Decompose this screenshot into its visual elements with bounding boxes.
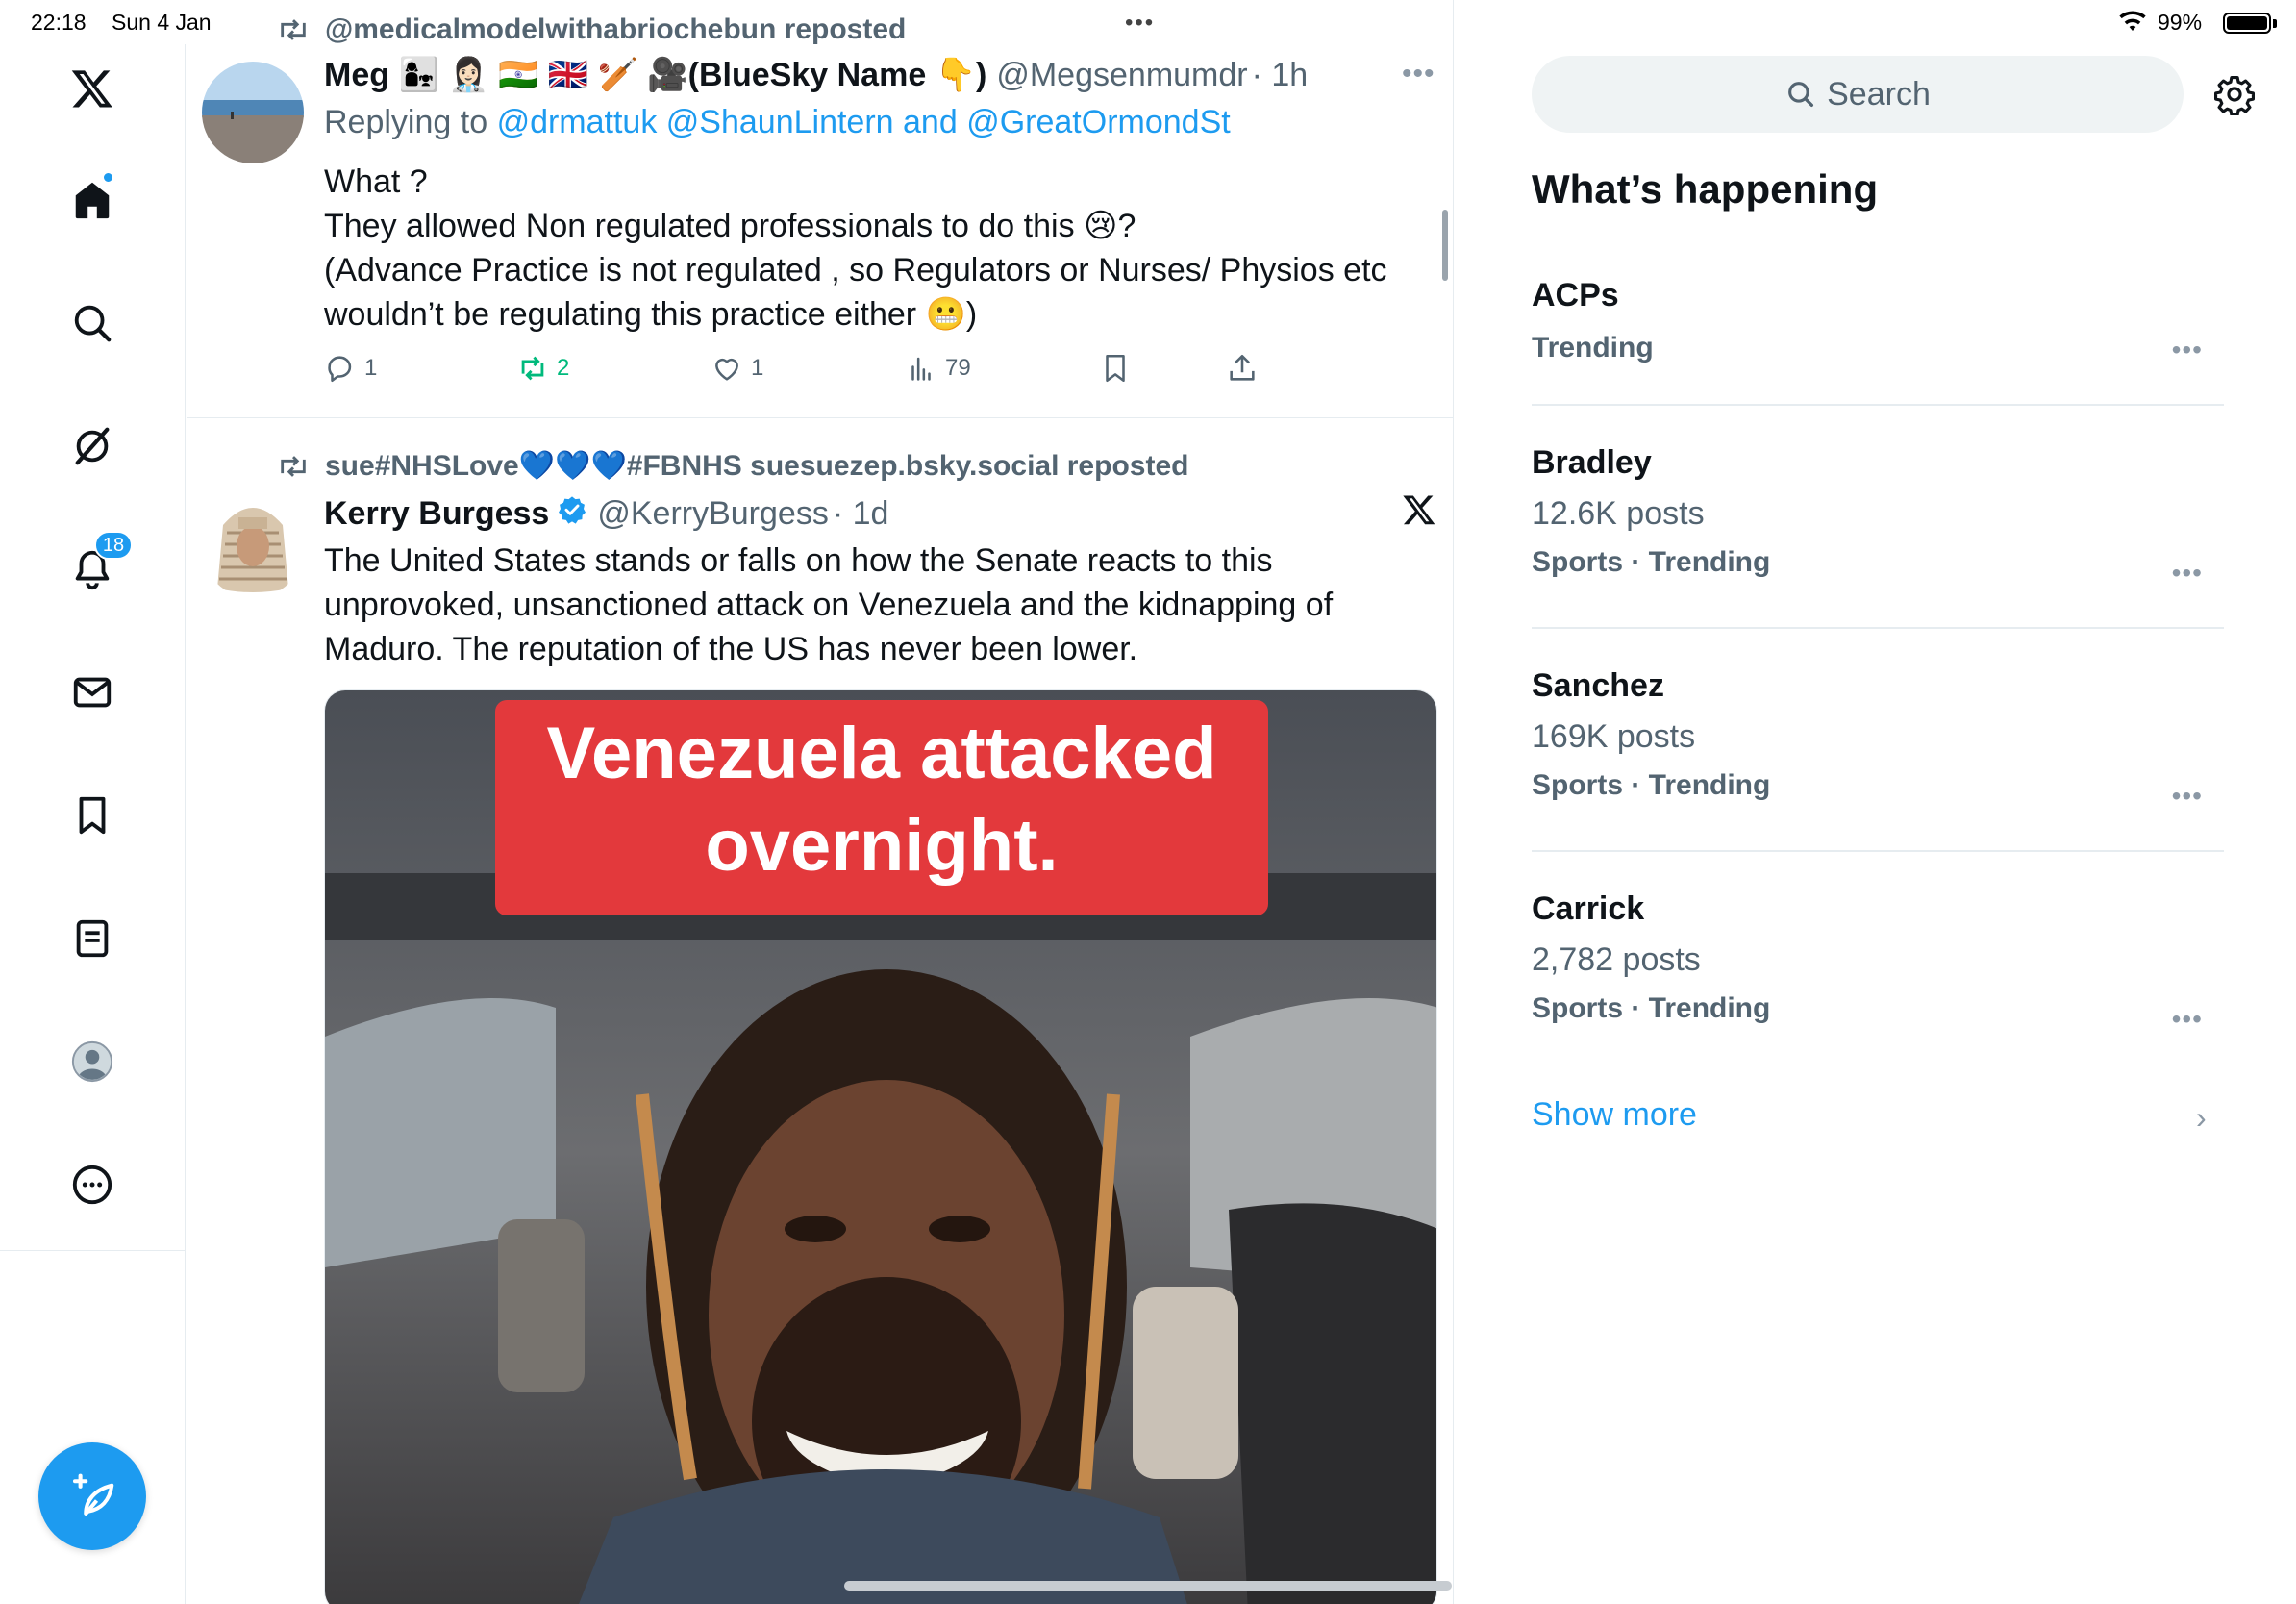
settings-gear-icon[interactable] xyxy=(2213,73,2256,117)
repost-count: 2 xyxy=(557,355,570,381)
repost-by-text: @medicalmodelwithabriochebun reposted xyxy=(325,13,907,45)
trend-category: Sports · Trending xyxy=(1532,992,1771,1024)
home-unread-dot xyxy=(102,171,114,184)
search-icon[interactable] xyxy=(54,285,131,362)
battery-tip xyxy=(2273,19,2277,28)
compose-feather-icon xyxy=(72,1473,114,1516)
battery-icon xyxy=(2223,13,2271,34)
tweet-timestamp[interactable]: · 1d xyxy=(833,495,889,533)
grok-icon[interactable] xyxy=(54,408,131,485)
trend-item[interactable]: Carrick 2,782 posts Sports · Trending ••… xyxy=(1532,890,2224,1064)
share-button[interactable] xyxy=(1226,352,1266,385)
author-name[interactable]: Kerry Burgess xyxy=(324,495,549,533)
tweet-text: The United States stands or falls on how… xyxy=(324,542,1334,667)
tweet-avatar[interactable] xyxy=(202,496,304,598)
chevron-right-icon[interactable]: › xyxy=(2196,1100,2207,1136)
replying-label: Replying to xyxy=(324,104,488,140)
status-time: 22:18 xyxy=(31,10,87,35)
trend-category: Sports · Trending xyxy=(1532,546,1771,578)
tweet-header: Meg 👩‍👧 👩🏻‍⚕️ 🇮🇳 🇬🇧 🏏 🎥(BlueSky Name 👇) … xyxy=(324,56,1308,94)
trend-title: Carrick xyxy=(1532,890,1645,927)
like-button[interactable]: 1 xyxy=(711,352,763,385)
home-icon[interactable] xyxy=(54,162,131,238)
search-icon xyxy=(1788,82,1814,108)
bookmark-icon xyxy=(1106,354,1125,383)
battery-percent: 99% xyxy=(2158,10,2203,35)
lists-icon[interactable] xyxy=(54,900,131,977)
reply-icon xyxy=(328,356,352,383)
tweet-text: What ? They allowed Non regulated profes… xyxy=(324,163,1387,333)
repost-context[interactable]: @medicalmodelwithabriochebun reposted xyxy=(277,13,906,46)
wifi-icon xyxy=(2117,8,2148,38)
trend-more-icon[interactable]: ••• xyxy=(2172,335,2203,365)
trend-divider xyxy=(1532,850,2224,852)
repost-button[interactable]: 2 xyxy=(516,352,569,385)
repost-by-text: sue#NHSLove💙💙💙#FBNHS suesuezep.bsky.soci… xyxy=(325,450,1189,482)
repost-icon xyxy=(281,455,306,477)
more-options-icon[interactable] xyxy=(54,1146,131,1223)
tweet-actions: 1 2 1 79 xyxy=(324,352,1266,390)
repost-icon xyxy=(281,19,306,40)
author-name[interactable]: Meg 👩‍👧 👩🏻‍⚕️ 🇮🇳 🇬🇧 🏏 🎥(BlueSky Name 👇) xyxy=(324,56,986,94)
replying-to-links[interactable]: @drmattuk @ShaunLintern and @GreatOrmond… xyxy=(497,104,1231,140)
whats-happening-heading: What’s happening xyxy=(1532,166,1879,212)
trend-more-icon[interactable]: ••• xyxy=(2172,781,2203,812)
trend-title: ACPs xyxy=(1532,277,1619,313)
author-handle[interactable]: @Megsenmumdr xyxy=(996,57,1247,94)
show-more-link[interactable]: Show more xyxy=(1532,1096,1697,1134)
tweet-avatar[interactable] xyxy=(202,62,304,163)
left-nav-lower xyxy=(0,1250,186,1604)
notifications-badge: 18 xyxy=(94,531,133,560)
tweet-video-media[interactable]: Venezuela attacked overnight. xyxy=(324,689,1437,1604)
compose-post-button[interactable] xyxy=(38,1442,146,1550)
trend-divider xyxy=(1532,404,2224,406)
reply-count: 1 xyxy=(364,355,378,381)
views-button[interactable]: 79 xyxy=(905,352,971,385)
headdress-avatar-image xyxy=(202,496,304,598)
x-logo-icon[interactable] xyxy=(54,50,131,127)
trend-post-count: 2,782 posts xyxy=(1532,941,1701,978)
search-placeholder: Search xyxy=(1827,75,1931,113)
home-indicator[interactable] xyxy=(844,1581,1452,1591)
profile-avatar-icon[interactable] xyxy=(54,1023,131,1100)
trend-item[interactable]: Sanchez 169K posts Sports · Trending ••• xyxy=(1532,667,2224,840)
messages-icon[interactable] xyxy=(54,654,131,731)
trend-post-count: 169K posts xyxy=(1532,718,1696,755)
views-chart-icon xyxy=(911,357,931,381)
bookmark-button[interactable] xyxy=(1099,352,1139,385)
trend-item[interactable]: ACPs Trending ••• xyxy=(1532,277,2224,402)
app-window: 22:18 Sun 4 Jan ••• 99% 18 @medicalmodel… xyxy=(0,0,2296,1604)
like-count: 1 xyxy=(751,355,764,381)
x-logo-icon[interactable] xyxy=(1402,492,1436,532)
tweet-divider xyxy=(187,417,1454,418)
trend-divider xyxy=(1532,627,2224,629)
reply-button[interactable]: 1 xyxy=(324,352,377,385)
timeline-scrollbar[interactable] xyxy=(1442,210,1448,281)
trend-title: Bradley xyxy=(1532,444,1652,481)
tweet-timestamp[interactable]: · 1h xyxy=(1252,57,1309,94)
trend-post-count: 12.6K posts xyxy=(1532,495,1705,532)
trend-more-icon[interactable]: ••• xyxy=(2172,558,2203,589)
verified-badge-icon xyxy=(557,494,587,534)
trend-category: Trending xyxy=(1532,332,1654,363)
trend-item[interactable]: Bradley 12.6K posts Sports · Trending ••… xyxy=(1532,444,2224,617)
tweet-more-icon[interactable]: ••• xyxy=(1402,58,1435,90)
trend-more-icon[interactable]: ••• xyxy=(2172,1004,2203,1035)
bookmarks-icon[interactable] xyxy=(54,777,131,854)
repost-action-icon xyxy=(521,356,544,381)
author-handle[interactable]: @KerryBurgess xyxy=(597,495,828,533)
beach-avatar-image xyxy=(202,62,304,163)
replying-to: Replying to @drmattuk @ShaunLintern and … xyxy=(324,104,1231,141)
tweet-header: Kerry Burgess @KerryBurgess · 1d xyxy=(324,494,888,534)
search-input[interactable]: Search xyxy=(1532,56,2184,133)
notifications-icon[interactable]: 18 xyxy=(54,531,133,608)
repost-context[interactable]: sue#NHSLove💙💙💙#FBNHS suesuezep.bsky.soci… xyxy=(277,449,1188,483)
trend-title: Sanchez xyxy=(1532,667,1664,704)
view-count: 79 xyxy=(945,355,971,381)
video-caption: Venezuela attacked overnight. xyxy=(546,713,1217,887)
heart-icon xyxy=(715,358,738,381)
trend-category: Sports · Trending xyxy=(1532,769,1771,801)
share-icon xyxy=(1230,354,1255,381)
